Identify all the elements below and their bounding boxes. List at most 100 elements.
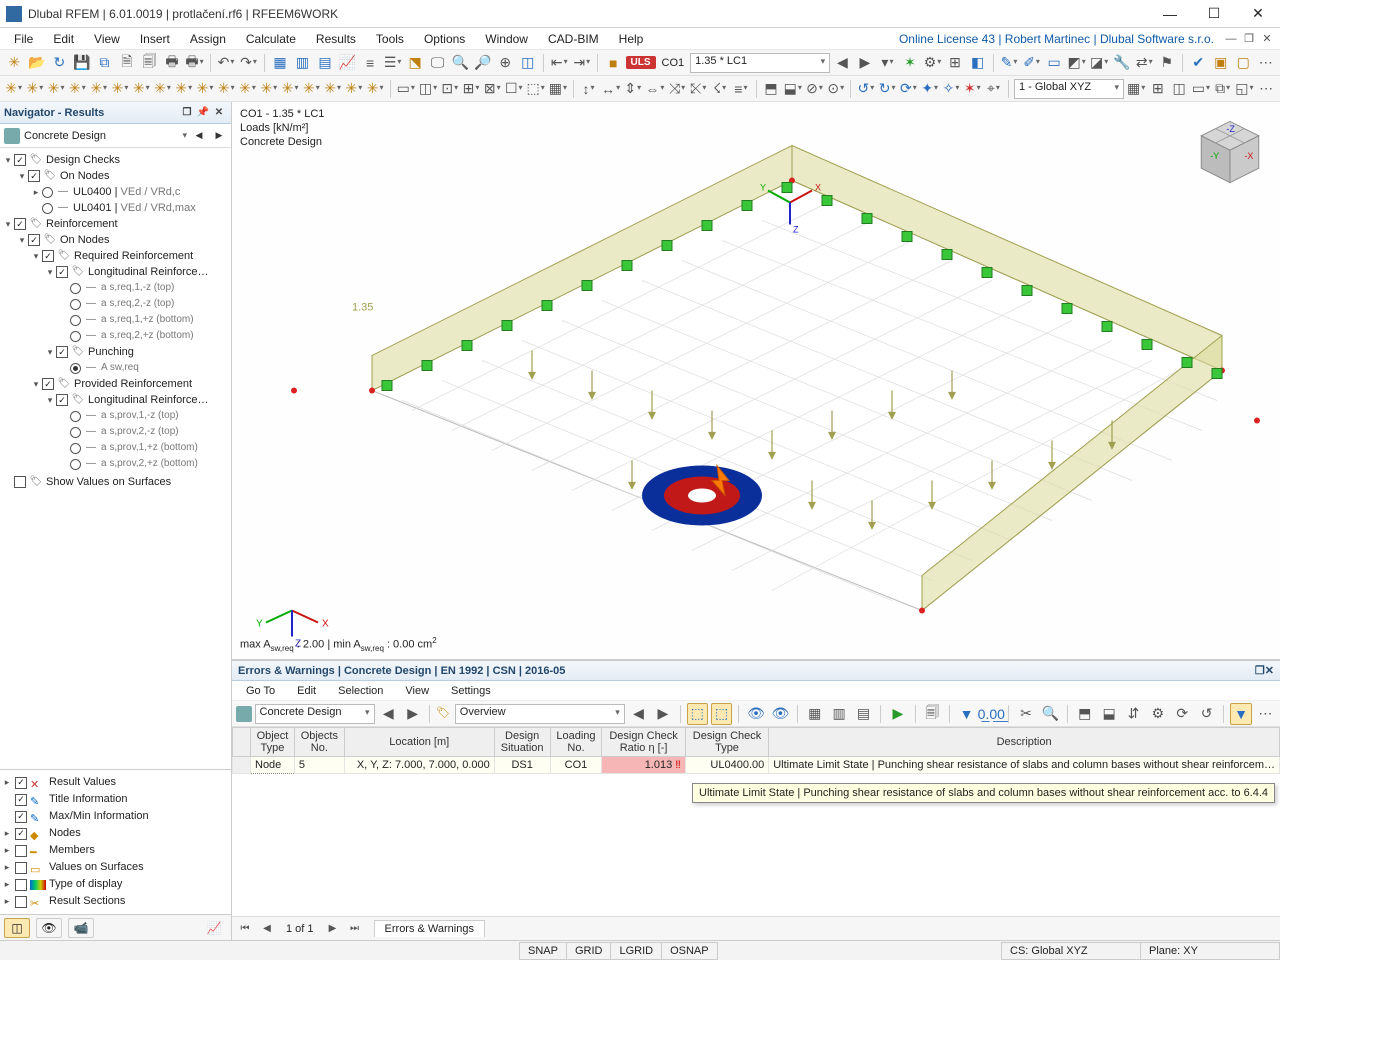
ew-menu-view[interactable]: View <box>395 683 439 699</box>
ew-menu-settings[interactable]: Settings <box>441 683 501 699</box>
align-icon[interactable]: ⇤ <box>549 52 570 74</box>
tb2-12-icon[interactable]: ✳ <box>238 78 257 100</box>
navigator-selector-label[interactable]: Concrete Design <box>24 130 178 142</box>
copy-icon[interactable]: 🗐 <box>139 52 160 74</box>
ew-eye2-icon[interactable]: 👁 <box>770 703 791 725</box>
ew-run-icon[interactable]: ▶ <box>887 703 908 725</box>
tree-checkbox[interactable] <box>56 394 68 406</box>
ew-prev2-icon[interactable]: ◀ <box>628 703 649 725</box>
tb2-3-icon[interactable]: ✳ <box>47 78 66 100</box>
footer-tab1-icon[interactable]: ◫ <box>4 918 30 938</box>
tb2-c1-icon[interactable]: ↺ <box>856 78 875 100</box>
tb2-s8-icon[interactable]: ▦ <box>548 78 568 100</box>
ew-num-icon[interactable]: 0̲.0̲0̲ <box>980 703 1002 725</box>
disp-maxmin[interactable]: Max/Min Information <box>49 808 149 825</box>
disp-checkbox[interactable] <box>15 862 27 874</box>
tb2-d6-icon[interactable]: ◱ <box>1234 78 1254 100</box>
tb2-1-icon[interactable]: ✳ <box>4 78 23 100</box>
tree-radio[interactable] <box>70 459 81 470</box>
search-icon[interactable]: 🔍 <box>450 52 471 74</box>
color-icon[interactable]: ■ <box>603 52 624 74</box>
footer-tab3-icon[interactable]: 📹 <box>68 918 94 938</box>
menu-cadbim[interactable]: CAD-BIM <box>538 30 609 48</box>
tb2-4-icon[interactable]: ✳ <box>68 78 87 100</box>
ew-t7-icon[interactable]: ⟳ <box>1172 703 1193 725</box>
ew-t2-icon[interactable]: 🔍 <box>1040 703 1061 725</box>
ew-tool1-icon[interactable]: ⬚ <box>687 703 708 725</box>
more-icon[interactable]: ⋯ <box>1256 52 1277 74</box>
box2-icon[interactable]: ▢ <box>1233 52 1254 74</box>
disp-checkbox[interactable] <box>15 828 27 840</box>
tree-checkbox[interactable] <box>14 154 26 166</box>
tree-radio[interactable] <box>42 187 53 198</box>
tree-asprov1pz[interactable]: a s,prov,1,+z (bottom) <box>101 440 198 456</box>
disp-checkbox[interactable] <box>15 879 27 891</box>
menu-options[interactable]: Options <box>414 30 475 48</box>
tb2-d3-icon[interactable]: ◫ <box>1170 78 1189 100</box>
page-prev-icon[interactable]: ◀ <box>258 920 276 938</box>
tree-radio[interactable] <box>70 443 81 454</box>
prev-icon[interactable]: ◀ <box>832 52 853 74</box>
open-icon[interactable]: 📂 <box>27 52 48 74</box>
print-dropdown-icon[interactable]: 🖶 <box>184 52 205 74</box>
page-last-icon[interactable]: ⏭ <box>346 920 364 938</box>
tb2-a1-icon[interactable]: ↕ <box>579 78 598 100</box>
cell-obj-type[interactable]: Node <box>251 757 295 774</box>
print-icon[interactable]: 🖶 <box>162 52 183 74</box>
ew-t8-icon[interactable]: ↺ <box>1196 703 1217 725</box>
menu-view[interactable]: View <box>84 30 130 48</box>
chart-icon[interactable]: 📈 <box>337 52 358 74</box>
tree-checkbox[interactable] <box>28 170 40 182</box>
tree-radio[interactable] <box>70 411 81 422</box>
panel-close-icon[interactable]: ✕ <box>211 105 227 121</box>
ew-t1-icon[interactable]: ✂ <box>1015 703 1036 725</box>
tb2-a2-icon[interactable]: ↔ <box>600 78 621 100</box>
tb2-9-icon[interactable]: ✳ <box>174 78 193 100</box>
tree-reinforcement[interactable]: Reinforcement <box>46 216 118 232</box>
ew-menu-goto[interactable]: Go To <box>236 683 285 699</box>
calc2-icon[interactable]: ⚙ <box>922 52 943 74</box>
load-combo[interactable]: 1.35 * LC1 <box>690 53 830 73</box>
tb2-5-icon[interactable]: ✳ <box>89 78 108 100</box>
panel-restore-icon[interactable]: ❐ <box>179 105 195 121</box>
tb2-b4-icon[interactable]: ⊙ <box>826 78 845 100</box>
tree-checkbox[interactable] <box>14 476 26 488</box>
ew-copy-icon[interactable]: 🗐 <box>922 703 943 725</box>
status-osnap[interactable]: OSNAP <box>661 942 718 960</box>
tb2-11-icon[interactable]: ✳ <box>217 78 236 100</box>
undo-icon[interactable]: ↶ <box>216 52 237 74</box>
ew-selector-2[interactable]: Overview <box>455 704 625 724</box>
viewport[interactable]: CO1 - 1.35 * LC1 Loads [kN/m²] Concrete … <box>232 102 1280 660</box>
ew-selector-1[interactable]: Concrete Design <box>255 704 375 724</box>
menu-help[interactable]: Help <box>609 30 654 48</box>
tree-req-reinf[interactable]: Required Reinforcement <box>74 248 193 264</box>
ew-t6-icon[interactable]: ⚙ <box>1147 703 1168 725</box>
tree-radio[interactable] <box>70 363 81 374</box>
disp-checkbox[interactable] <box>15 896 27 908</box>
disp-nodes[interactable]: Nodes <box>49 825 81 842</box>
disp-checkbox[interactable] <box>15 811 27 823</box>
tb2-b2-icon[interactable]: ⬓ <box>783 78 803 100</box>
units-icon[interactable]: ⬔ <box>405 52 426 74</box>
tb2-c5-icon[interactable]: ✧ <box>941 78 960 100</box>
tb2-c7-icon[interactable]: ⌖ <box>984 78 1003 100</box>
disp-checkbox[interactable] <box>15 794 27 806</box>
ew-menu-edit[interactable]: Edit <box>287 683 326 699</box>
tree-checkbox[interactable] <box>28 234 40 246</box>
tree-radio[interactable] <box>70 331 81 342</box>
mdi-restore-button[interactable]: ❐ <box>1241 31 1257 47</box>
tb2-14-icon[interactable]: ✳ <box>280 78 299 100</box>
tree-aswreq[interactable]: A sw,req <box>101 360 139 376</box>
tree-ul0401[interactable]: UL0401 | VEd / VRd,max <box>73 200 196 216</box>
footer-graph-icon[interactable]: 📈 <box>201 918 227 938</box>
tb2-a8-icon[interactable]: ≡ <box>731 78 750 100</box>
menu-file[interactable]: File <box>4 30 43 48</box>
col-obj-no[interactable]: ObjectsNo. <box>294 728 344 757</box>
ew-menu-selection[interactable]: Selection <box>328 683 393 699</box>
tb2-s1-icon[interactable]: ▭ <box>396 78 416 100</box>
col-location[interactable]: Location [m] <box>344 728 494 757</box>
align2-icon[interactable]: ⇥ <box>572 52 593 74</box>
disp-checkbox[interactable] <box>15 777 27 789</box>
tb2-a3-icon[interactable]: ⇕ <box>623 78 642 100</box>
menu-calculate[interactable]: Calculate <box>236 30 306 48</box>
